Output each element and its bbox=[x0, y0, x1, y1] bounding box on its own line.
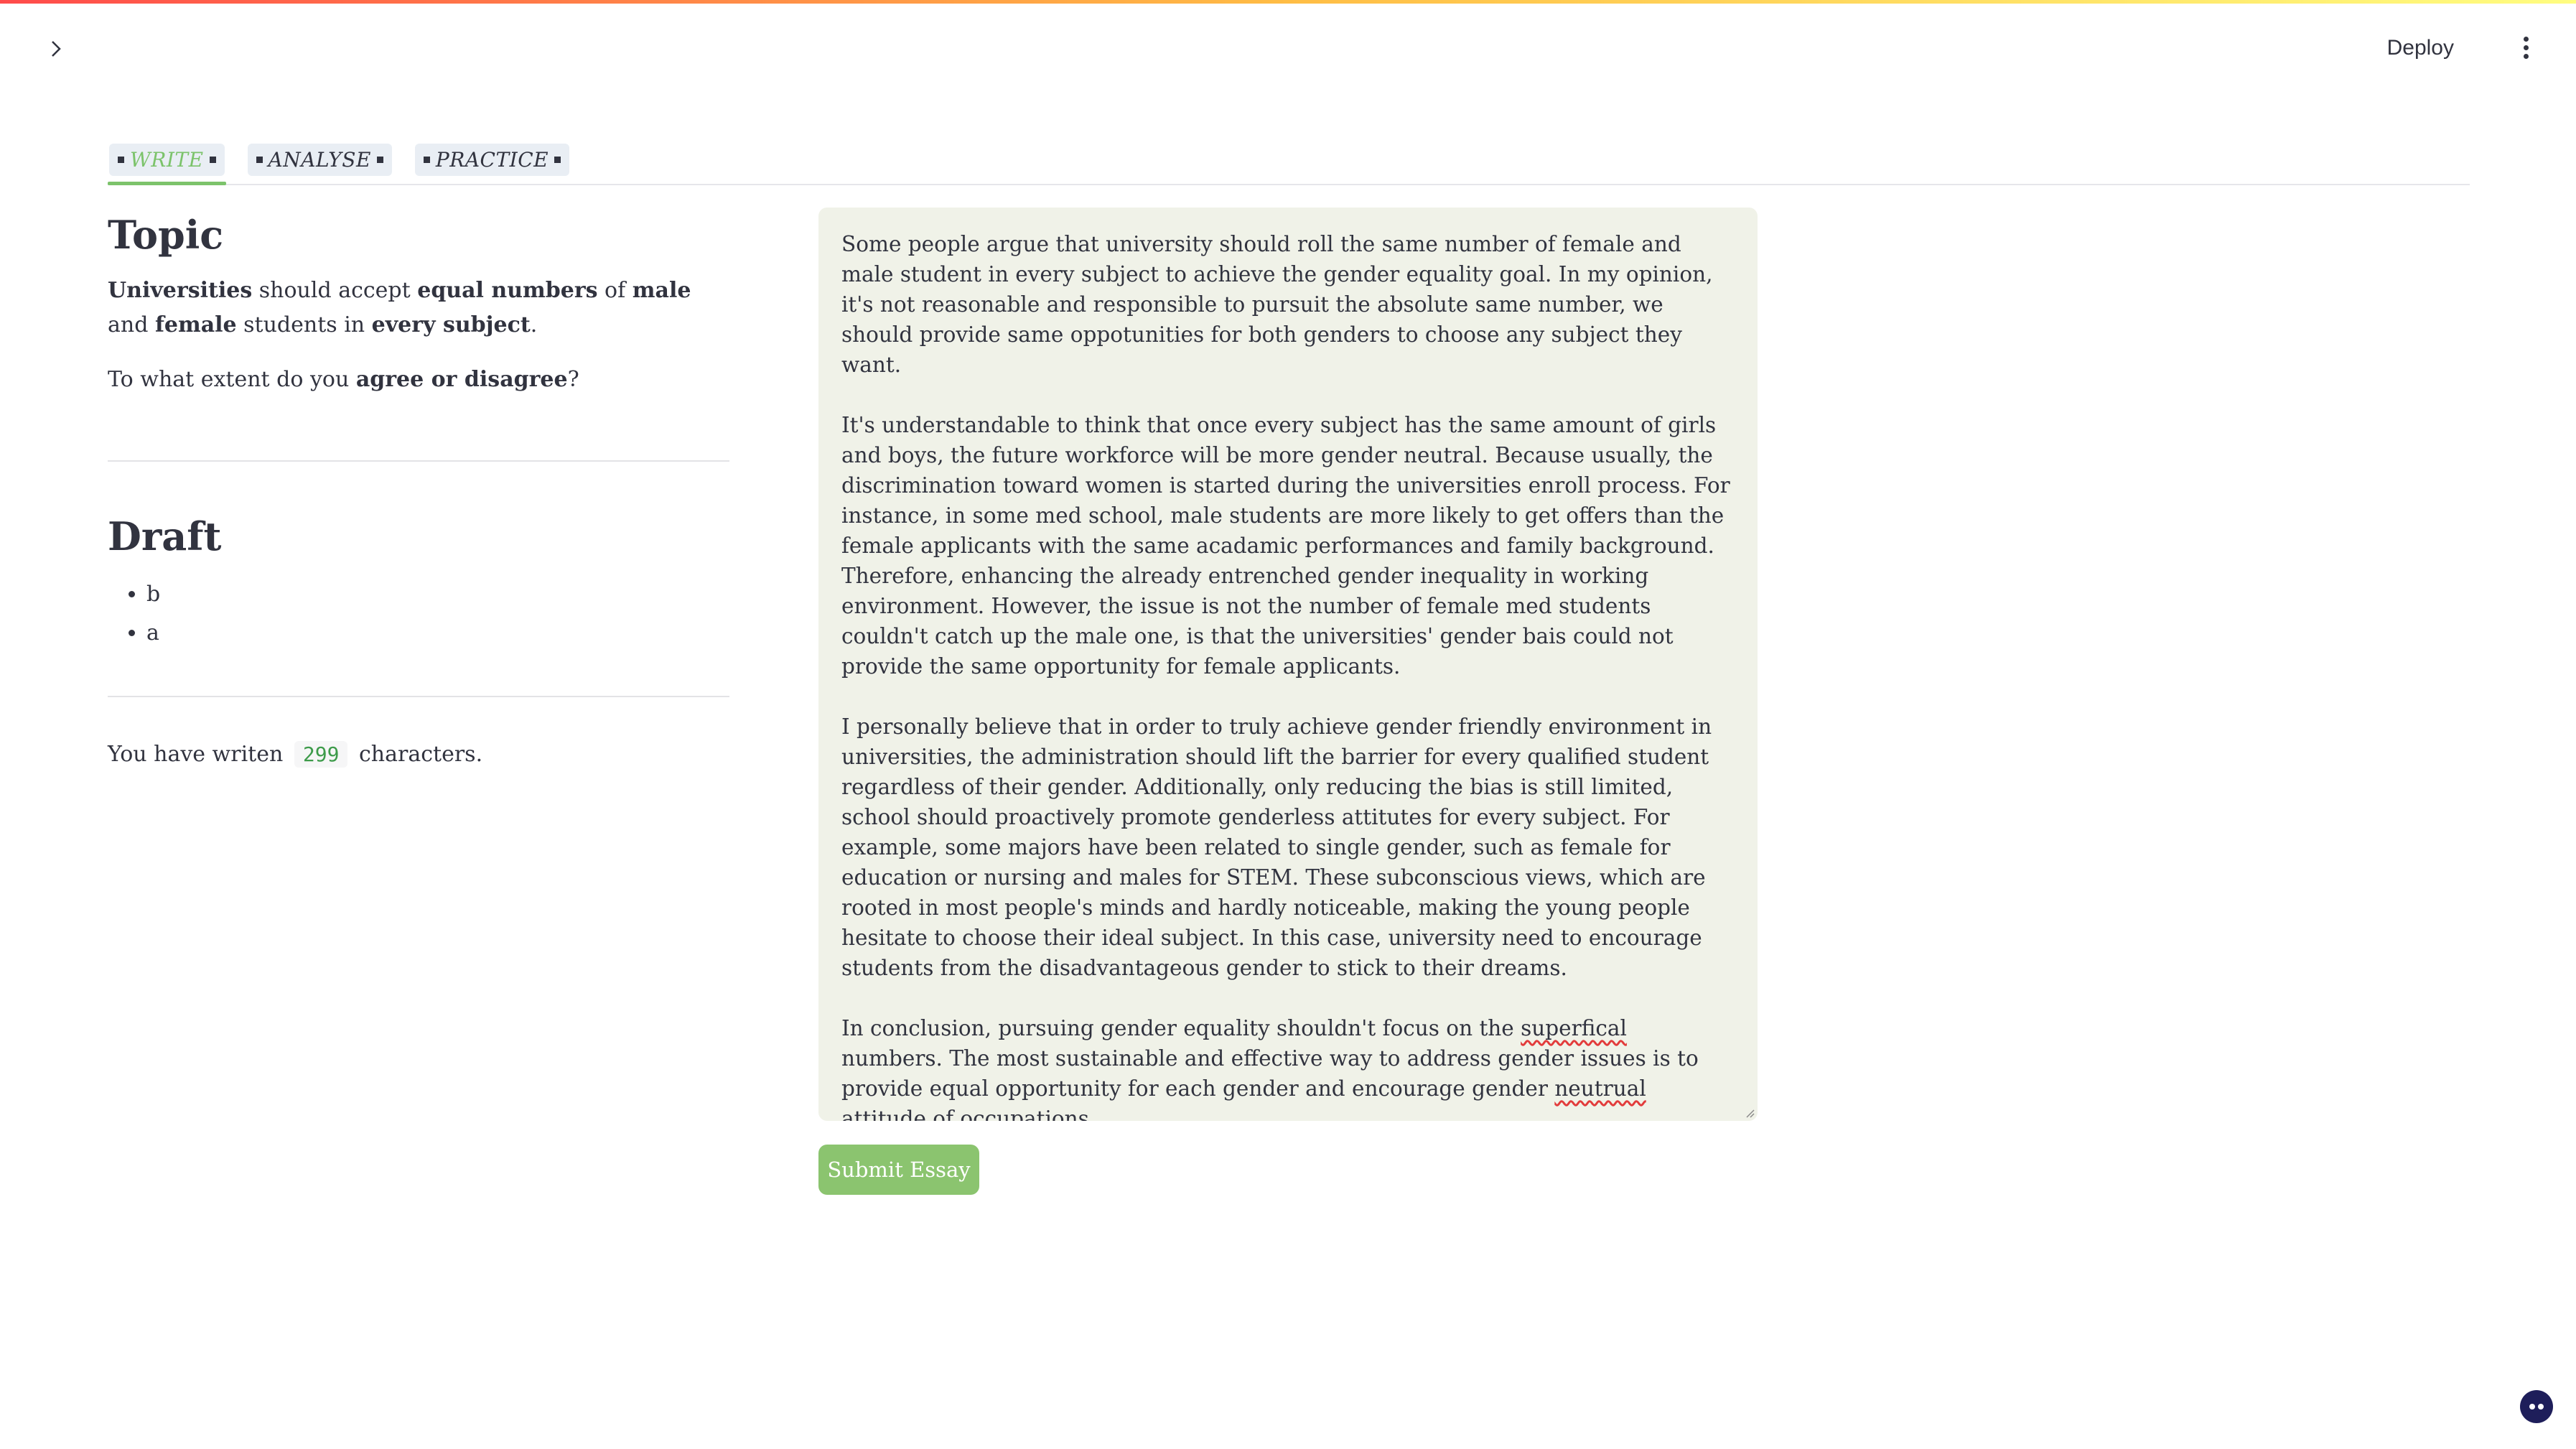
submit-essay-button[interactable]: Submit Essay bbox=[818, 1145, 979, 1195]
topic-statement: Universities should accept equal numbers… bbox=[108, 274, 729, 343]
topic-bold: equal numbers bbox=[417, 278, 598, 303]
misspelled-word: neutrual bbox=[1554, 1076, 1646, 1101]
tab-write[interactable]: WRITE bbox=[108, 135, 226, 185]
square-icon bbox=[376, 156, 383, 163]
topic-bold: female bbox=[154, 312, 237, 337]
question-bold: agree or disagree bbox=[355, 367, 568, 392]
square-icon bbox=[554, 156, 561, 163]
assistant-widget-button[interactable] bbox=[2520, 1390, 2553, 1423]
more-dot bbox=[2523, 45, 2529, 50]
count-suffix: characters. bbox=[358, 742, 483, 767]
sidebar-toggle-button[interactable] bbox=[42, 34, 70, 63]
square-icon bbox=[256, 156, 263, 163]
character-count-line: You have writen 299 characters. bbox=[108, 741, 729, 768]
square-icon bbox=[118, 156, 124, 163]
topic-bold: male bbox=[632, 278, 691, 303]
essay-textarea[interactable]: Some people argue that university should… bbox=[818, 208, 1758, 1121]
tab-label: PRACTICE bbox=[435, 147, 549, 172]
more-dot bbox=[2523, 53, 2529, 59]
tab-practice[interactable]: PRACTICE bbox=[414, 135, 571, 184]
tab-practice-chip: PRACTICE bbox=[414, 143, 570, 176]
tab-bar: WRITE ANALYSE PRACTICE bbox=[108, 135, 2470, 185]
list-item: a bbox=[146, 614, 729, 653]
main-menu-button[interactable] bbox=[2511, 32, 2540, 63]
topic-question: To what extent do you agree or disagree? bbox=[108, 363, 729, 397]
list-item: b bbox=[146, 575, 729, 614]
divider bbox=[108, 696, 729, 697]
tab-analyse-chip: ANALYSE bbox=[247, 143, 392, 176]
tab-label: WRITE bbox=[130, 147, 204, 172]
count-prefix: You have writen bbox=[108, 742, 284, 767]
deploy-button[interactable]: Deploy bbox=[2379, 32, 2463, 65]
chat-icon bbox=[2529, 1404, 2535, 1410]
resize-handle-icon[interactable] bbox=[1743, 1106, 1755, 1118]
topic-bold: Universities bbox=[108, 278, 253, 303]
topic-text: students in bbox=[236, 312, 372, 337]
essay-paragraph: Some people argue that university should… bbox=[841, 232, 1713, 377]
character-count-badge: 299 bbox=[294, 741, 348, 768]
square-icon bbox=[423, 156, 430, 163]
draft-list: b a bbox=[108, 575, 729, 653]
tab-write-chip: WRITE bbox=[109, 143, 225, 176]
essay-paragraph: It's understandable to think that once e… bbox=[841, 413, 1730, 679]
essay-paragraph: In conclusion, pursuing gender equality … bbox=[841, 1013, 1735, 1121]
more-vertical-icon bbox=[2523, 36, 2529, 42]
topic-text: should accept bbox=[252, 278, 418, 303]
question-text: To what extent do you bbox=[108, 367, 356, 392]
top-decoration-bar bbox=[0, 0, 2576, 4]
tab-label: ANALYSE bbox=[268, 147, 371, 172]
tab-analyse[interactable]: ANALYSE bbox=[246, 135, 393, 184]
essay-paragraph: I personally believe that in order to tr… bbox=[841, 714, 1712, 980]
draft-heading: Draft bbox=[108, 513, 222, 559]
square-icon bbox=[209, 156, 216, 163]
left-panel: Topic Universities should accept equal n… bbox=[108, 212, 729, 768]
topic-text: of bbox=[597, 278, 633, 303]
essay-text: attitude of occupations. bbox=[841, 1106, 1096, 1121]
topic-text: and bbox=[108, 312, 155, 337]
misspelled-word: superfical bbox=[1521, 1016, 1627, 1040]
divider bbox=[108, 460, 729, 462]
chat-icon-dot bbox=[2538, 1404, 2544, 1410]
chevron-right-icon bbox=[52, 41, 61, 57]
topic-heading: Topic bbox=[108, 212, 224, 258]
essay-text: In conclusion, pursuing gender equality … bbox=[841, 1016, 1521, 1040]
topic-bold: every subject bbox=[371, 312, 531, 337]
question-text: ? bbox=[567, 367, 579, 392]
topic-text: . bbox=[530, 312, 538, 337]
